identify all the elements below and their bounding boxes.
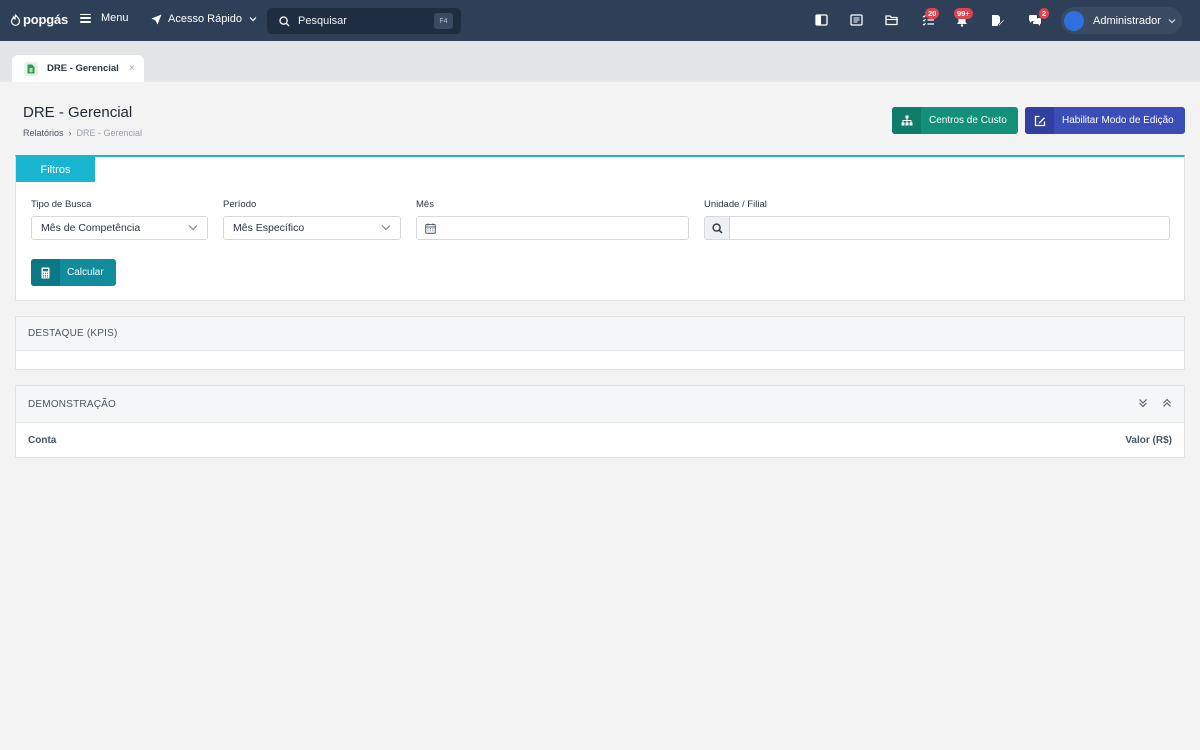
column-account: Conta <box>28 434 57 446</box>
search-icon <box>279 15 290 26</box>
kpis-title: DESTAQUE (KPIS) <box>28 328 118 339</box>
unit-label: Unidade / Filial <box>704 199 767 210</box>
period-select[interactable]: Mês Específico <box>223 216 401 240</box>
global-search[interactable]: Pesquisar F4 <box>267 8 461 34</box>
sitemap-icon <box>892 107 921 134</box>
user-menu[interactable]: Administrador <box>1061 7 1182 34</box>
calculate-button[interactable]: Calcular <box>31 259 116 286</box>
close-icon[interactable]: × <box>129 63 135 74</box>
tab-label: DRE - Gerencial <box>47 63 119 74</box>
spreadsheet-file-icon <box>24 61 38 76</box>
news-icon[interactable] <box>849 13 863 27</box>
cost-centers-button[interactable]: Centros de Custo <box>892 107 1018 134</box>
breadcrumb-separator: › <box>68 128 72 138</box>
chevron-down-icon <box>381 225 391 231</box>
statement-header: DEMONSTRAÇÃO <box>16 386 1184 423</box>
paper-plane-icon <box>151 14 162 24</box>
page-title: DRE - Gerencial <box>23 104 133 121</box>
tab-dre-gerencial[interactable]: DRE - Gerencial × <box>12 55 144 82</box>
notifications-badge: 99+ <box>954 8 973 19</box>
breadcrumb-link-relatorios[interactable]: Relatórios <box>23 128 64 138</box>
breadcrumb: Relatórios › DRE - Gerencial <box>23 128 142 138</box>
chevron-down-icon <box>1168 18 1176 23</box>
enable-edit-mode-label: Habilitar Modo de Edição <box>1062 115 1174 126</box>
statement-actions <box>1124 398 1172 408</box>
column-value: Valor (R$) <box>1125 434 1172 446</box>
chevron-down-icon <box>188 225 198 231</box>
search-type-select[interactable]: Mês de Competência <box>31 216 208 240</box>
cost-centers-label: Centros de Custo <box>929 115 1007 126</box>
statement-table-header: Conta Valor (R$) <box>16 423 1184 457</box>
unit-search-input[interactable] <box>704 216 1170 240</box>
hamburger-icon <box>80 13 91 23</box>
statement-title: DEMONSTRAÇÃO <box>28 398 116 410</box>
menu-button[interactable]: Menu <box>80 12 129 24</box>
search-shortcut-hint: F4 <box>434 13 453 29</box>
search-type-value: Mês de Competência <box>41 222 141 234</box>
tab-strip: DRE - Gerencial × <box>0 41 1200 82</box>
logo-flame-icon <box>10 13 21 26</box>
collapse-all-icon[interactable] <box>1162 398 1172 408</box>
menu-label: Menu <box>101 12 129 24</box>
month-label: Mês <box>416 199 434 210</box>
app-logo[interactable]: popgás <box>10 12 68 27</box>
expand-all-icon[interactable] <box>1138 398 1148 408</box>
search-input[interactable]: Pesquisar <box>298 15 347 27</box>
period-label: Período <box>223 199 257 210</box>
quick-access-button[interactable]: Acesso Rápido <box>151 13 263 25</box>
breadcrumb-current: DRE - Gerencial <box>76 128 143 138</box>
month-date-input[interactable] <box>416 216 689 240</box>
top-bar: popgás Menu Acesso Rápido Pesquisar F4 2… <box>0 0 1200 41</box>
enable-edit-mode-button[interactable]: Habilitar Modo de Edição <box>1025 107 1185 134</box>
messages-badge: 2 <box>1039 8 1050 19</box>
edit-icon <box>1025 107 1054 134</box>
calculator-icon <box>31 259 60 286</box>
kpis-header: DESTAQUE (KPIS) <box>16 317 1184 351</box>
filters-card: Filtros Tipo de Busca Mês de Competência… <box>15 155 1185 301</box>
statement-card: DEMONSTRAÇÃO Conta Valor (R$) <box>15 385 1185 458</box>
quick-access-label: Acesso Rápido <box>168 13 242 25</box>
period-value: Mês Específico <box>233 222 305 234</box>
edit-doc-icon[interactable] <box>991 13 1005 27</box>
user-name: Administrador <box>1093 14 1161 27</box>
calendar-icon <box>425 223 436 234</box>
chevron-down-icon <box>249 17 257 22</box>
search-type-label: Tipo de Busca <box>31 199 92 210</box>
panel-icon[interactable] <box>814 13 828 27</box>
calculate-label: Calcular <box>67 267 104 278</box>
folder-icon[interactable] <box>885 13 899 27</box>
kpis-card: DESTAQUE (KPIS) <box>15 316 1185 370</box>
logo-text: popgás <box>23 12 69 27</box>
filters-tab[interactable]: Filtros <box>16 157 95 182</box>
search-icon[interactable] <box>705 217 730 239</box>
avatar <box>1064 10 1084 31</box>
tasks-badge: 20 <box>925 8 940 19</box>
